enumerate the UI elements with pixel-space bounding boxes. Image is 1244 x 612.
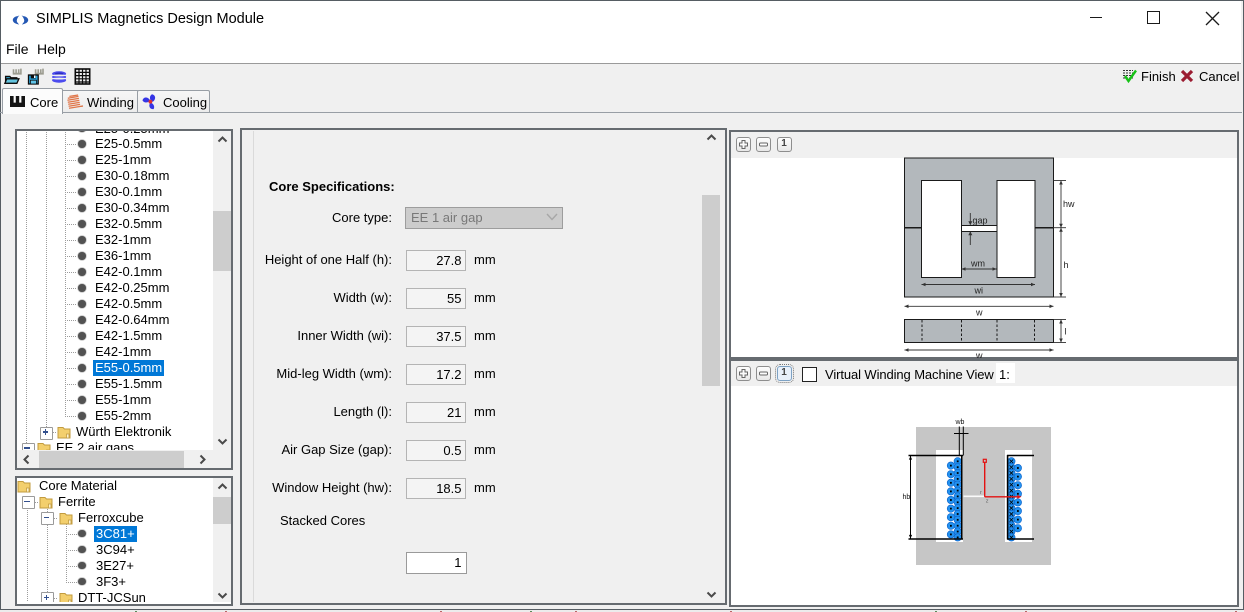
svg-text:hw: hw [1063, 199, 1075, 209]
svg-text:w: w [975, 308, 983, 318]
svg-text:hb: hb [903, 494, 911, 501]
svg-text:z: z [986, 499, 989, 505]
svg-text:wb: wb [955, 419, 965, 426]
svg-text:h: h [1064, 260, 1069, 270]
svg-text:wm: wm [970, 259, 985, 269]
svg-text:wi: wi [974, 286, 984, 296]
svg-text:r: r [980, 490, 982, 496]
svg-text:w: w [975, 351, 983, 359]
svg-text:gap: gap [973, 216, 988, 226]
svg-text:l: l [1065, 327, 1067, 337]
